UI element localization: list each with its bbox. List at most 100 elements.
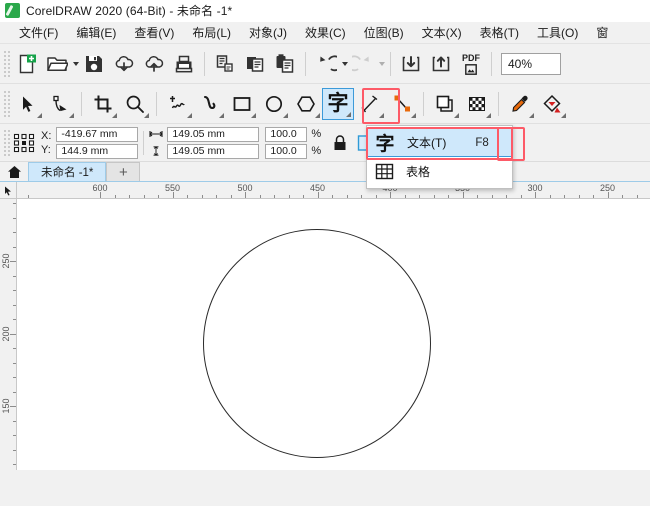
- menu-view[interactable]: 查看(V): [125, 22, 183, 43]
- ruler-tick-minor: [346, 195, 348, 198]
- property-bar-grip[interactable]: [2, 127, 10, 158]
- new-document-icon[interactable]: [12, 49, 42, 79]
- menu-window[interactable]: 窗: [587, 22, 617, 43]
- y-position-input[interactable]: 144.9 mm: [56, 143, 139, 159]
- crop-tool-flyout-icon[interactable]: [112, 112, 117, 118]
- menu-tools[interactable]: 工具(O): [528, 22, 587, 43]
- download-cloud-icon[interactable]: [109, 49, 139, 79]
- shape-tool-flyout-icon[interactable]: [69, 112, 74, 118]
- pick-tool[interactable]: [12, 88, 44, 120]
- ellipse-shape[interactable]: [203, 229, 431, 458]
- menu-file[interactable]: 文件(F): [10, 22, 67, 43]
- color-eyedropper-tool[interactable]: [504, 88, 536, 120]
- menu-object[interactable]: 对象(J): [240, 22, 296, 43]
- fill-tool-flyout-icon[interactable]: [561, 112, 566, 118]
- copy-icon[interactable]: [240, 49, 270, 79]
- open-document-icon[interactable]: [42, 49, 72, 79]
- undo-icon[interactable]: [311, 49, 341, 79]
- polygon-tool-flyout-icon[interactable]: [315, 112, 320, 118]
- ruler-tick-minor: [549, 195, 551, 198]
- shape-tool[interactable]: [44, 88, 76, 120]
- menu-bitmap[interactable]: 位图(B): [355, 22, 413, 43]
- zoom-level-input[interactable]: 40%: [501, 52, 561, 75]
- drop-shadow-tool-flyout-icon[interactable]: [454, 112, 459, 118]
- width-input[interactable]: 149.05 mm: [167, 126, 260, 142]
- connector-tool-flyout-icon[interactable]: [411, 112, 416, 118]
- menu-effects[interactable]: 效果(C): [296, 22, 355, 43]
- zoom-tool-flyout-icon[interactable]: [144, 112, 149, 118]
- ruler-tick-minor: [13, 362, 16, 364]
- toolbox-grip[interactable]: [2, 88, 10, 119]
- pdf-label: PDF: [462, 52, 480, 63]
- ruler-tick-minor: [201, 195, 203, 198]
- dimension-tool[interactable]: [354, 88, 386, 120]
- transparency-tool-flyout-icon[interactable]: [486, 112, 491, 118]
- menu-table[interactable]: 表格(T): [471, 22, 528, 43]
- scale-y-input[interactable]: 100.0: [265, 143, 308, 159]
- cut-icon[interactable]: [210, 49, 240, 79]
- save-icon[interactable]: [79, 49, 109, 79]
- ellipse-tool[interactable]: [258, 88, 290, 120]
- export-pdf-icon[interactable]: PDF: [456, 49, 486, 79]
- dimension-tool-flyout-icon[interactable]: [379, 112, 384, 118]
- crop-tool[interactable]: [87, 88, 119, 120]
- flyout-item-text[interactable]: 字 文本(T) F8: [367, 128, 512, 157]
- color-eyedropper-tool-flyout-icon[interactable]: [529, 112, 534, 118]
- vertical-ruler[interactable]: 25020015010050: [0, 199, 17, 470]
- document-tab[interactable]: 未命名 -1*: [28, 162, 107, 181]
- ruler-tick-minor: [13, 449, 16, 451]
- xy-labels: X: Y:: [41, 130, 51, 156]
- redo-icon[interactable]: [348, 49, 378, 79]
- ruler-origin-button[interactable]: [0, 182, 17, 198]
- fill-tool[interactable]: [536, 88, 568, 120]
- artistic-media-tool-flyout-icon[interactable]: [219, 112, 224, 118]
- ruler-label: 450: [309, 183, 326, 193]
- toolbar-grip[interactable]: [2, 48, 10, 79]
- add-page-button[interactable]: +: [106, 162, 141, 181]
- horizontal-ruler[interactable]: 60055050045040035030025020: [0, 182, 650, 199]
- import-icon[interactable]: [396, 49, 426, 79]
- ruler-tick-minor: [230, 195, 232, 198]
- upload-cloud-icon[interactable]: [139, 49, 169, 79]
- drawing-canvas[interactable]: [18, 200, 650, 470]
- flyout-item-table[interactable]: 表格: [367, 157, 512, 186]
- text-tool-flyout-icon[interactable]: [346, 111, 351, 117]
- x-position-input[interactable]: -419.67 mm: [56, 126, 139, 142]
- menu-layout[interactable]: 布局(L): [183, 22, 240, 43]
- property-bar: X: Y: -419.67 mm 144.9 mm 149.05 mm 149.…: [0, 124, 650, 162]
- scale-y-percent: %: [311, 145, 322, 157]
- text-tool[interactable]: 字: [322, 87, 354, 120]
- zoom-tool[interactable]: [119, 88, 151, 120]
- text-tool-flyout-menu: 字 文本(T) F8 表格: [366, 125, 513, 189]
- transparency-tool[interactable]: [461, 88, 493, 120]
- ruler-tick-minor: [13, 348, 16, 349]
- height-input[interactable]: 149.05 mm: [167, 143, 260, 159]
- rectangle-tool-flyout-icon[interactable]: [251, 112, 256, 118]
- ruler-tick-minor: [13, 275, 16, 277]
- artistic-media-tool[interactable]: [194, 88, 226, 120]
- polygon-tool[interactable]: [290, 88, 322, 120]
- ruler-tick-minor: [564, 195, 565, 198]
- export-icon[interactable]: [426, 49, 456, 79]
- connector-tool[interactable]: [386, 88, 418, 120]
- menu-text[interactable]: 文本(X): [413, 22, 471, 43]
- ruler-tick-minor: [288, 195, 290, 198]
- ruler-tick-minor: [13, 246, 16, 248]
- redo-dropdown-icon[interactable]: [379, 61, 385, 66]
- freehand-tool-flyout-icon[interactable]: [187, 112, 192, 118]
- ruler-tick-minor: [636, 195, 638, 198]
- drop-shadow-tool[interactable]: [429, 88, 461, 120]
- paste-icon[interactable]: [270, 49, 300, 79]
- menu-edit[interactable]: 编辑(E): [67, 22, 125, 43]
- pick-tool-flyout-icon[interactable]: [37, 112, 42, 118]
- ruler-tick-minor: [13, 420, 16, 422]
- lock-ratio-icon[interactable]: [325, 128, 355, 158]
- rectangle-tool[interactable]: [226, 88, 258, 120]
- ruler-tick-minor: [216, 195, 217, 198]
- ellipse-tool-flyout-icon[interactable]: [283, 112, 288, 118]
- print-icon[interactable]: [169, 49, 199, 79]
- home-icon[interactable]: [0, 162, 28, 181]
- scale-x-input[interactable]: 100.0: [265, 126, 308, 142]
- ruler-tick-minor: [13, 232, 16, 233]
- freehand-tool[interactable]: [162, 88, 194, 120]
